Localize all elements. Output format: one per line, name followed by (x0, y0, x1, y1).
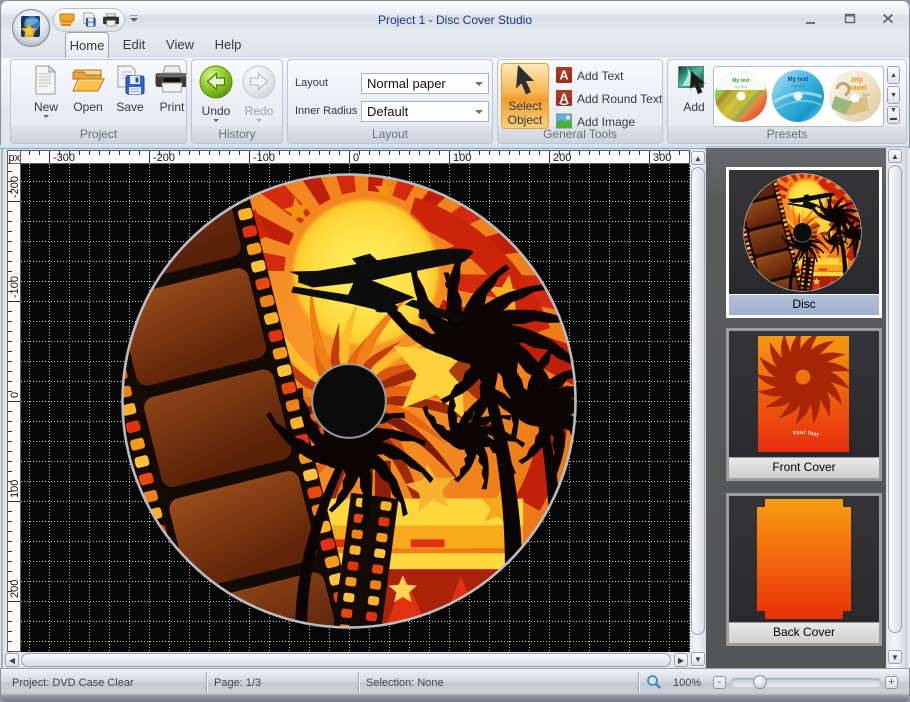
svg-text:-100: -100 (9, 276, 21, 298)
svg-text:2013: 2013 (862, 93, 870, 97)
svg-text:travel: travel (848, 85, 867, 92)
svg-text:100: 100 (9, 480, 21, 498)
svg-text:-200: -200 (153, 152, 175, 164)
svg-text:-200: -200 (9, 176, 21, 198)
svg-text:200: 200 (553, 152, 571, 164)
svg-text:my: my (851, 75, 863, 84)
svg-text:my text: my text (792, 83, 806, 88)
svg-text:0: 0 (353, 152, 359, 164)
svg-text:0: 0 (9, 392, 21, 398)
svg-text:-300: -300 (53, 152, 75, 164)
svg-text:200: 200 (9, 580, 21, 598)
svg-text:100: 100 (453, 152, 471, 164)
svg-text:my text: my text (735, 84, 749, 89)
svg-text:-100: -100 (253, 152, 275, 164)
svg-text:px: px (9, 152, 21, 164)
svg-text:300: 300 (653, 152, 671, 164)
svg-text:A: A (559, 69, 568, 83)
